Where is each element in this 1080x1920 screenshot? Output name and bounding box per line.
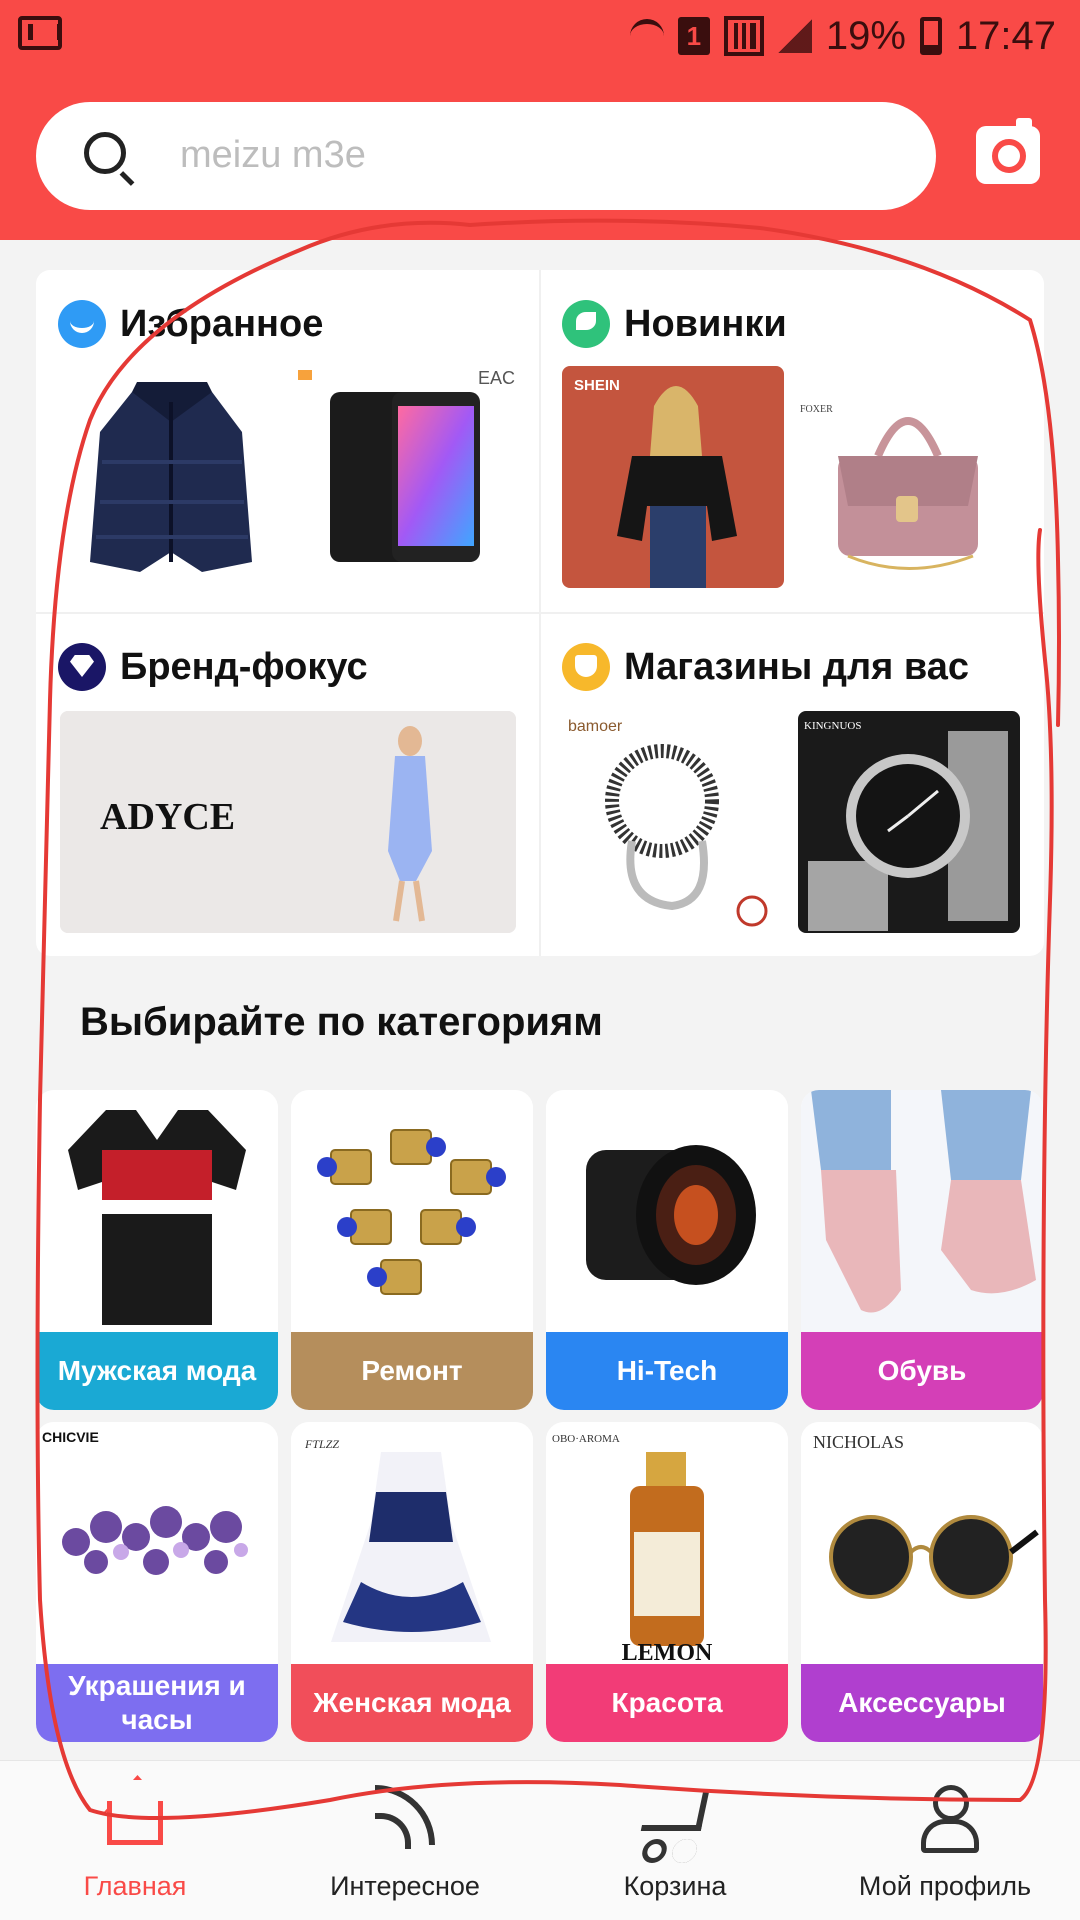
camera-lens-image <box>546 1090 788 1332</box>
nav-label: Главная <box>83 1871 187 1901</box>
battery-icon <box>919 17 942 55</box>
status-bar: 1 19% 17:47 <box>0 0 1080 76</box>
jacket-image[interactable] <box>62 362 280 580</box>
nav-label: Корзина <box>623 1871 727 1901</box>
category-label: Обувь <box>801 1332 1043 1410</box>
tile-favorites[interactable]: Избранное EAC <box>36 270 540 613</box>
status-right: 1 19% 17:47 <box>629 10 1056 62</box>
category-beauty[interactable]: OBO·AROMA LEMON Красота <box>546 1422 788 1742</box>
essential-oil-image: OBO·AROMA LEMON <box>546 1422 788 1666</box>
tile-brand-focus[interactable]: Бренд-фокус ADYCE <box>36 613 540 956</box>
category-label: Аксессуары <box>801 1664 1043 1742</box>
dress-image: FTLZZ <box>291 1422 533 1664</box>
battery-percent: 19% <box>825 13 906 58</box>
category-label: Ремонт <box>291 1332 533 1410</box>
phone-image[interactable]: EAC <box>288 362 516 580</box>
section-title: Выбирайте по категориям <box>80 1000 603 1044</box>
nav-label: Мой профиль <box>858 1871 1032 1901</box>
fittings-image <box>291 1090 533 1332</box>
tile-title: Бренд-фокус <box>58 643 368 691</box>
brand-banner-image[interactable]: ADYCE <box>60 711 516 933</box>
polo-shirt-image <box>36 1090 278 1332</box>
category-label: Hi-Tech <box>546 1332 788 1410</box>
clock: 17:47 <box>955 13 1056 58</box>
signal-2-icon <box>777 19 812 53</box>
sunglasses-image: NICHOLAS <box>801 1422 1043 1664</box>
gmail-notification-icon <box>18 16 62 50</box>
category-hi-tech[interactable]: Hi-Tech <box>546 1090 788 1410</box>
tile-title-text: Новинки <box>624 302 787 345</box>
feed-icon <box>375 1785 435 1849</box>
tile-title: Избранное <box>58 300 323 348</box>
bamoer-brand: bamoer <box>568 718 623 735</box>
feature-tiles: Избранное EAC Новинки SHEIN FOXER Бренд-… <box>36 270 1044 956</box>
blouse-image[interactable]: SHEIN <box>562 366 784 588</box>
category-jewelry-watches[interactable]: CHICVIE Украшения и часы <box>36 1422 278 1742</box>
category-shoes[interactable]: Обувь <box>801 1090 1043 1410</box>
wifi-icon <box>629 19 664 53</box>
category-mens-fashion[interactable]: Мужская мода <box>36 1090 278 1410</box>
ring-image[interactable]: bamoer <box>562 711 784 933</box>
bracelet-image: CHICVIE <box>36 1422 278 1664</box>
sneakers-image <box>801 1090 1043 1332</box>
adyce-logo: ADYCE <box>100 796 235 838</box>
foxer-brand: FOXER <box>800 404 833 415</box>
diamond-icon <box>58 643 106 691</box>
tile-title-text: Магазины для вас <box>624 645 970 688</box>
search-icon <box>84 132 126 174</box>
cart-icon <box>640 1791 710 1831</box>
leaf-icon <box>562 300 610 348</box>
category-womens-fashion[interactable]: FTLZZ Женская мода <box>291 1422 533 1742</box>
nav-home[interactable]: Главная <box>0 1761 270 1920</box>
sim-icon: 1 <box>677 17 710 55</box>
store-icon <box>562 643 610 691</box>
nav-feed[interactable]: Интересное <box>270 1761 540 1920</box>
search-bar[interactable]: meizu m3e <box>36 102 936 210</box>
kingnuos-brand: KINGNUOS <box>804 720 861 732</box>
ftlzz-brand: FTLZZ <box>304 1437 339 1451</box>
tile-title: Новинки <box>562 300 787 348</box>
category-accessories[interactable]: NICHOLAS Аксессуары <box>801 1422 1043 1742</box>
shein-brand: SHEIN <box>574 377 620 394</box>
camera-icon[interactable] <box>976 118 1040 184</box>
tile-title-text: Бренд-фокус <box>120 645 368 688</box>
tile-title-text: Избранное <box>120 302 324 345</box>
lemon-label: LEMON <box>622 1640 713 1664</box>
bottom-nav: Главная Интересное Корзина Мой профиль <box>0 1760 1080 1920</box>
signal-icon <box>723 16 764 56</box>
nav-cart[interactable]: Корзина <box>540 1761 810 1920</box>
category-label: Женская мода <box>291 1664 533 1742</box>
profile-icon <box>915 1785 979 1853</box>
tile-stores-for-you[interactable]: Магазины для вас bamoer KINGNUOS <box>540 613 1044 956</box>
oboaroma-brand: OBO·AROMA <box>552 1433 620 1445</box>
smile-icon <box>58 300 106 348</box>
category-label: Мужская мода <box>36 1332 278 1410</box>
watch-image[interactable]: KINGNUOS <box>798 711 1020 933</box>
chicvie-brand: CHICVIE <box>42 1429 99 1445</box>
handbag-image[interactable]: FOXER <box>798 366 1020 588</box>
nicholas-brand: NICHOLAS <box>813 1432 904 1452</box>
category-label: Красота <box>546 1664 788 1742</box>
category-repair[interactable]: Ремонт <box>291 1090 533 1410</box>
app-header: 1 19% 17:47 meizu m3e <box>0 0 1080 240</box>
search-input[interactable]: meizu m3e <box>180 134 366 177</box>
tile-title: Магазины для вас <box>562 643 969 691</box>
svg-text:EAC: EAC <box>478 368 515 388</box>
category-label: Украшения и часы <box>36 1664 278 1742</box>
tile-new-arrivals[interactable]: Новинки SHEIN FOXER <box>540 270 1044 613</box>
home-icon <box>107 1801 163 1845</box>
nav-label: Интересное <box>330 1871 480 1901</box>
nav-profile[interactable]: Мой профиль <box>810 1761 1080 1920</box>
